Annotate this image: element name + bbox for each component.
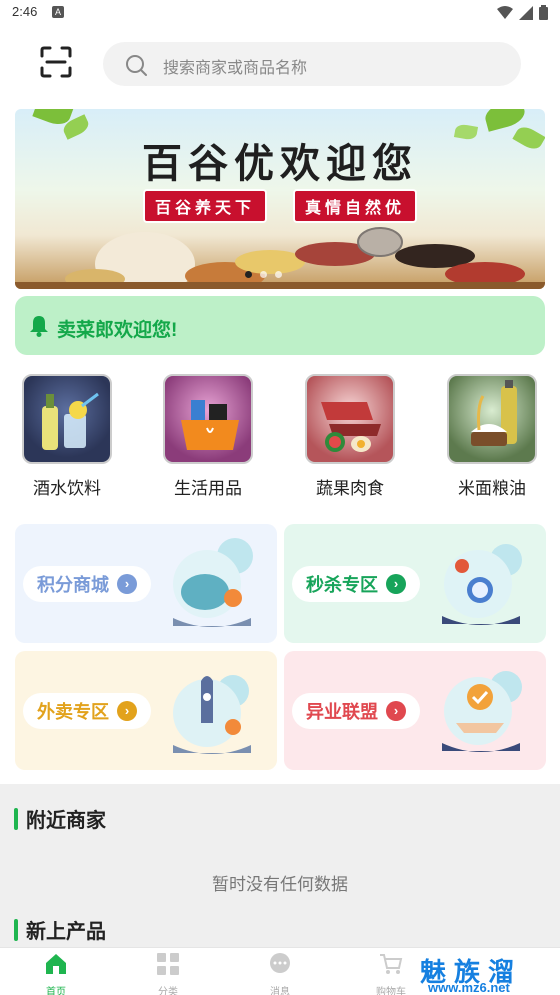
battery-icon: [539, 5, 548, 20]
banner-dot[interactable]: [245, 271, 252, 278]
wifi-icon: [497, 5, 513, 19]
banner-tag: 真情自然优: [293, 189, 418, 223]
stopwatch-icon: [442, 544, 522, 625]
category-grain-oil[interactable]: 米面粮油: [432, 374, 552, 499]
category-drinks[interactable]: 酒水饮料: [7, 374, 127, 499]
tab-home[interactable]: 首页: [11, 952, 101, 995]
promo-pill: 积分商城 ›: [23, 566, 151, 602]
promo-alliance[interactable]: 异业联盟 ›: [284, 651, 546, 770]
bell-icon: [30, 316, 48, 337]
banner-pagination: [245, 271, 282, 278]
promo-label: 秒杀专区: [306, 575, 378, 595]
section-accent-bar: [14, 918, 18, 941]
search-input[interactable]: 搜索商家或商品名称: [103, 42, 521, 86]
grid-icon: [157, 953, 179, 975]
status-bar: 2:46 A: [0, 0, 560, 24]
tab-messages[interactable]: 消息: [235, 952, 325, 995]
section-title: 新上产品: [26, 921, 106, 943]
category-meat[interactable]: 蔬果肉食: [290, 374, 410, 499]
signal-icon: [519, 5, 533, 20]
tab-category[interactable]: 分类: [123, 952, 213, 995]
promo-label: 异业联盟: [306, 702, 378, 722]
search-placeholder: 搜索商家或商品名称: [163, 60, 308, 77]
banner-carousel[interactable]: 百谷优欢迎您 百谷养天下 真情自然优: [15, 109, 545, 289]
chevron-right-icon: ›: [386, 574, 406, 594]
promo-pill: 秒杀专区 ›: [292, 566, 420, 602]
category-label: 米面粮油: [458, 479, 526, 498]
promo-points-mall[interactable]: 积分商城 ›: [15, 524, 277, 643]
banner-dot[interactable]: [260, 271, 267, 278]
promo-pill: 外卖专区 ›: [23, 693, 151, 729]
tab-label: 消息: [270, 987, 290, 995]
watermark: 魅族溜 www.mz6.net: [420, 952, 560, 995]
scan-icon: [40, 46, 72, 78]
rocket-icon: [173, 675, 251, 754]
section-title: 附近商家: [26, 810, 106, 832]
promo-label: 积分商城: [37, 575, 109, 595]
promo-flash-sale[interactable]: 秒杀专区 ›: [284, 524, 546, 643]
grain-oil-icon: [447, 374, 537, 464]
tab-label: 分类: [158, 987, 178, 995]
category-label: 蔬果肉食: [316, 479, 384, 498]
notice-bar[interactable]: 卖菜郎欢迎您!: [15, 296, 545, 355]
section-nearby: 附近商家: [14, 804, 106, 833]
category-label: 生活用品: [174, 479, 242, 498]
drinks-icon: [22, 374, 112, 464]
chevron-right-icon: ›: [117, 701, 137, 721]
promo-takeaway[interactable]: 外卖专区 ›: [15, 651, 277, 770]
status-icons: [497, 5, 548, 20]
home-icon: [46, 954, 66, 974]
category-label: 酒水饮料: [33, 479, 101, 498]
watermark-url: www.mz6.net: [428, 980, 510, 995]
section-accent-bar: [14, 807, 18, 830]
status-time: 2:46: [12, 4, 38, 19]
piggy-bank-icon: [173, 538, 253, 627]
household-icon: [163, 374, 253, 464]
grains-image: [15, 227, 545, 289]
notice-text: 卖菜郎欢迎您!: [57, 320, 178, 341]
section-new-products: 新上产品: [14, 915, 106, 944]
search-icon: [126, 55, 147, 76]
banner-tags: 百谷养天下 真情自然优: [15, 189, 545, 223]
handshake-icon: [442, 671, 522, 752]
banner-tag: 百谷养天下: [142, 189, 267, 223]
banner-dot[interactable]: [275, 271, 282, 278]
promo-pill: 异业联盟 ›: [292, 693, 420, 729]
banner-title: 百谷优欢迎您: [142, 140, 418, 187]
category-household[interactable]: 生活用品: [148, 374, 268, 499]
chevron-right-icon: ›: [117, 574, 137, 594]
chevron-right-icon: ›: [386, 701, 406, 721]
empty-state: 暂时没有任何数据: [212, 875, 348, 894]
tab-label: 首页: [46, 987, 66, 995]
scan-button[interactable]: [38, 44, 74, 80]
meat-icon: [305, 374, 395, 464]
cart-icon: [380, 954, 403, 974]
promo-label: 外卖专区: [37, 702, 109, 722]
chat-icon: [270, 953, 290, 973]
notification-badge: A: [52, 6, 64, 18]
